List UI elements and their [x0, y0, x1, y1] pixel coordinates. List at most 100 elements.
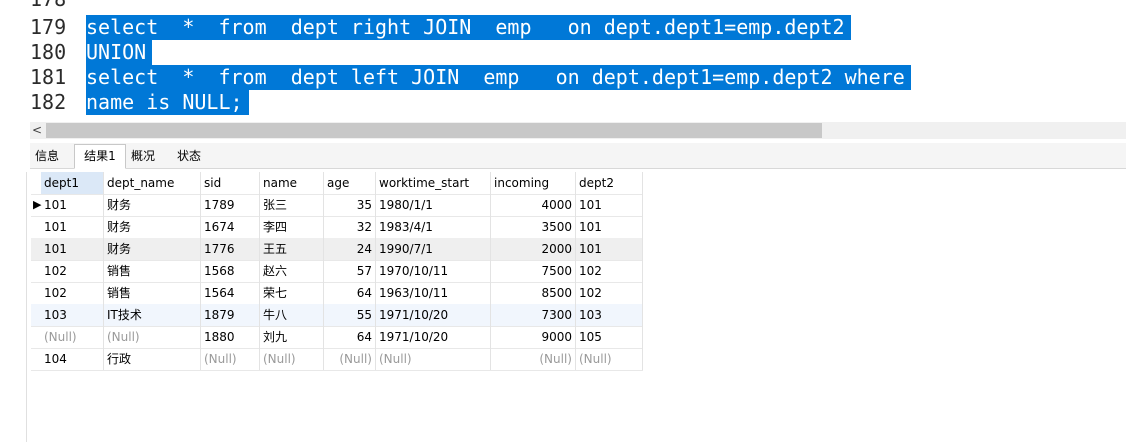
cell-name[interactable]: 赵六 — [260, 260, 324, 282]
selected-code[interactable]: name is NULL; — [86, 90, 249, 115]
cell-dept1[interactable]: 101 — [41, 194, 104, 216]
cell-dept2[interactable]: 103 — [576, 304, 643, 326]
cell-dept2[interactable]: 102 — [576, 282, 643, 304]
cell-sid[interactable]: 1568 — [201, 260, 260, 282]
editor-line-179[interactable]: 179 select * from dept right JOIN emp on… — [0, 15, 1126, 40]
cell-dept2[interactable]: 105 — [576, 326, 643, 348]
cell-name[interactable]: 张三 — [260, 194, 324, 216]
cell-dept1[interactable]: 101 — [41, 216, 104, 238]
cell-sid[interactable]: 1880 — [201, 326, 260, 348]
cell-dept1[interactable]: 102 — [41, 260, 104, 282]
cell-dept2[interactable]: 102 — [576, 260, 643, 282]
column-header-sid[interactable]: sid — [201, 172, 260, 194]
cell-dept-name[interactable]: 销售 — [104, 260, 201, 282]
cell-sid[interactable]: 1564 — [201, 282, 260, 304]
cell-dept1[interactable]: 101 — [41, 238, 104, 260]
cell-name[interactable]: 刘九 — [260, 326, 324, 348]
editor-line-180[interactable]: 180 UNION — [0, 40, 1126, 65]
cell-worktime-start[interactable]: 1971/10/20 — [376, 304, 491, 326]
cell-dept-name[interactable]: 行政 — [104, 348, 201, 370]
tab-profile[interactable]: 概况 — [126, 146, 160, 167]
table-row[interactable]: 104 行政 (Null) (Null) (Null) (Null) (Null) (Null… — [31, 348, 643, 371]
cell-dept-name[interactable]: 财务 — [104, 238, 201, 260]
cell-dept2[interactable]: (Null) — [576, 348, 643, 370]
cell-sid[interactable]: 1674 — [201, 216, 260, 238]
cell-incoming[interactable]: 4000 — [491, 194, 576, 216]
scrollbar-thumb[interactable] — [46, 123, 822, 138]
cell-age[interactable]: 57 — [324, 260, 376, 282]
cell-sid[interactable]: 1776 — [201, 238, 260, 260]
table-row[interactable]: 102 销售 1564 荣七 64 1963/10/11 8500 102 — [31, 282, 643, 305]
tab-status[interactable]: 状态 — [172, 146, 206, 167]
cell-age[interactable]: 32 — [324, 216, 376, 238]
cell-worktime-start[interactable]: 1980/1/1 — [376, 194, 491, 216]
cell-name[interactable]: 王五 — [260, 238, 324, 260]
cell-incoming[interactable]: 2000 — [491, 238, 576, 260]
cell-worktime-start[interactable]: 1971/10/20 — [376, 326, 491, 348]
cell-incoming[interactable]: (Null) — [491, 348, 576, 370]
divider — [26, 172, 27, 442]
cell-dept-name[interactable]: 销售 — [104, 282, 201, 304]
cell-incoming[interactable]: 9000 — [491, 326, 576, 348]
table-row[interactable]: ▶ 101 财务 1789 张三 35 1980/1/1 4000 101 — [31, 194, 643, 217]
cell-worktime-start[interactable]: 1983/4/1 — [376, 216, 491, 238]
table-row[interactable]: 102 销售 1568 赵六 57 1970/10/11 7500 102 — [31, 260, 643, 283]
cell-worktime-start[interactable]: 1970/10/11 — [376, 260, 491, 282]
cell-dept-name[interactable]: IT技术 — [104, 304, 201, 326]
cell-name[interactable]: 牛八 — [260, 304, 324, 326]
column-header-dept-name[interactable]: dept_name — [104, 172, 201, 194]
selected-code[interactable]: select * from dept left JOIN emp on dept… — [86, 65, 911, 90]
cell-sid[interactable]: (Null) — [201, 348, 260, 370]
cell-name[interactable]: (Null) — [260, 348, 324, 370]
table-row[interactable]: 101 财务 1674 李四 32 1983/4/1 3500 101 — [31, 216, 643, 239]
line-number: 180 — [30, 40, 67, 64]
line-number: 182 — [30, 90, 67, 114]
cell-dept1[interactable]: (Null) — [41, 326, 104, 348]
cell-dept1[interactable]: 102 — [41, 282, 104, 304]
sql-editor[interactable]: 178 179 select * from dept right JOIN em… — [0, 0, 1126, 122]
editor-line-181[interactable]: 181 select * from dept left JOIN emp on … — [0, 65, 1126, 90]
cell-dept2[interactable]: 101 — [576, 194, 643, 216]
column-header-name[interactable]: name — [260, 172, 324, 194]
cell-incoming[interactable]: 3500 — [491, 216, 576, 238]
cell-sid[interactable]: 1789 — [201, 194, 260, 216]
table-row[interactable]: 103 IT技术 1879 牛八 55 1971/10/20 7300 103 — [31, 304, 643, 327]
selected-code[interactable]: select * from dept right JOIN emp on dep… — [86, 15, 851, 40]
column-header-incoming[interactable]: incoming — [491, 172, 576, 194]
column-header-age[interactable]: age — [324, 172, 376, 194]
scroll-left-icon[interactable]: < — [30, 122, 44, 139]
cell-age[interactable]: 35 — [324, 194, 376, 216]
tab-result1[interactable]: 结果1 — [74, 144, 126, 169]
cell-worktime-start[interactable]: (Null) — [376, 348, 491, 370]
editor-line-182[interactable]: 182 name is NULL; — [0, 90, 1126, 115]
cell-dept2[interactable]: 101 — [576, 216, 643, 238]
column-header-worktime-start[interactable]: worktime_start — [376, 172, 491, 194]
cell-age[interactable]: (Null) — [324, 348, 376, 370]
cell-dept2[interactable]: 101 — [576, 238, 643, 260]
cell-name[interactable]: 李四 — [260, 216, 324, 238]
cell-dept1[interactable]: 103 — [41, 304, 104, 326]
selected-code[interactable]: UNION — [86, 40, 153, 65]
cell-age[interactable]: 64 — [324, 326, 376, 348]
column-header-dept1[interactable]: dept1 — [41, 172, 104, 194]
cell-worktime-start[interactable]: 1963/10/11 — [376, 282, 491, 304]
horizontal-scrollbar[interactable]: < — [30, 122, 1126, 139]
table-row[interactable]: (Null) (Null) 1880 刘九 64 1971/10/20 9000 105 — [31, 326, 643, 349]
cell-sid[interactable]: 1879 — [201, 304, 260, 326]
cell-dept-name[interactable]: 财务 — [104, 194, 201, 216]
cell-incoming[interactable]: 7500 — [491, 260, 576, 282]
cell-age[interactable]: 24 — [324, 238, 376, 260]
cell-age[interactable]: 55 — [324, 304, 376, 326]
cell-incoming[interactable]: 7300 — [491, 304, 576, 326]
cell-dept-name[interactable]: 财务 — [104, 216, 201, 238]
table-row[interactable]: 101 财务 1776 王五 24 1990/7/1 2000 101 — [31, 238, 643, 261]
cell-incoming[interactable]: 8500 — [491, 282, 576, 304]
cell-age[interactable]: 64 — [324, 282, 376, 304]
cell-dept1[interactable]: 104 — [41, 348, 104, 370]
cell-worktime-start[interactable]: 1990/7/1 — [376, 238, 491, 260]
cell-dept-name[interactable]: (Null) — [104, 326, 201, 348]
tab-info[interactable]: 信息 — [32, 146, 62, 167]
column-header-dept2[interactable]: dept2 — [576, 172, 643, 194]
cell-name[interactable]: 荣七 — [260, 282, 324, 304]
line-number: 179 — [30, 15, 67, 39]
